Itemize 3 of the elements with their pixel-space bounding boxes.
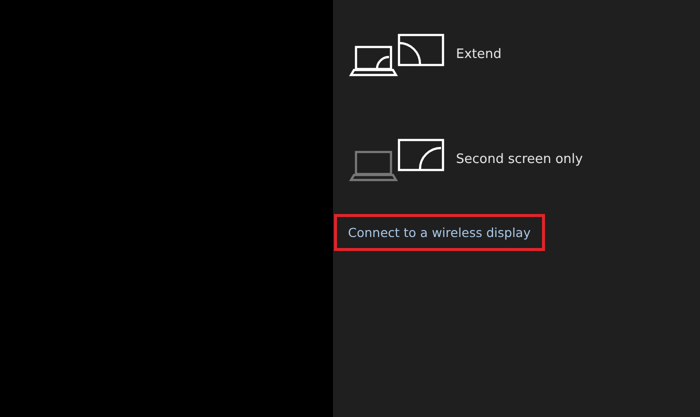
wireless-display-link[interactable]: Connect to a wireless display	[334, 214, 545, 251]
option-label[interactable]: Second screen only	[456, 152, 583, 166]
option-label[interactable]: Extend	[456, 46, 502, 62]
